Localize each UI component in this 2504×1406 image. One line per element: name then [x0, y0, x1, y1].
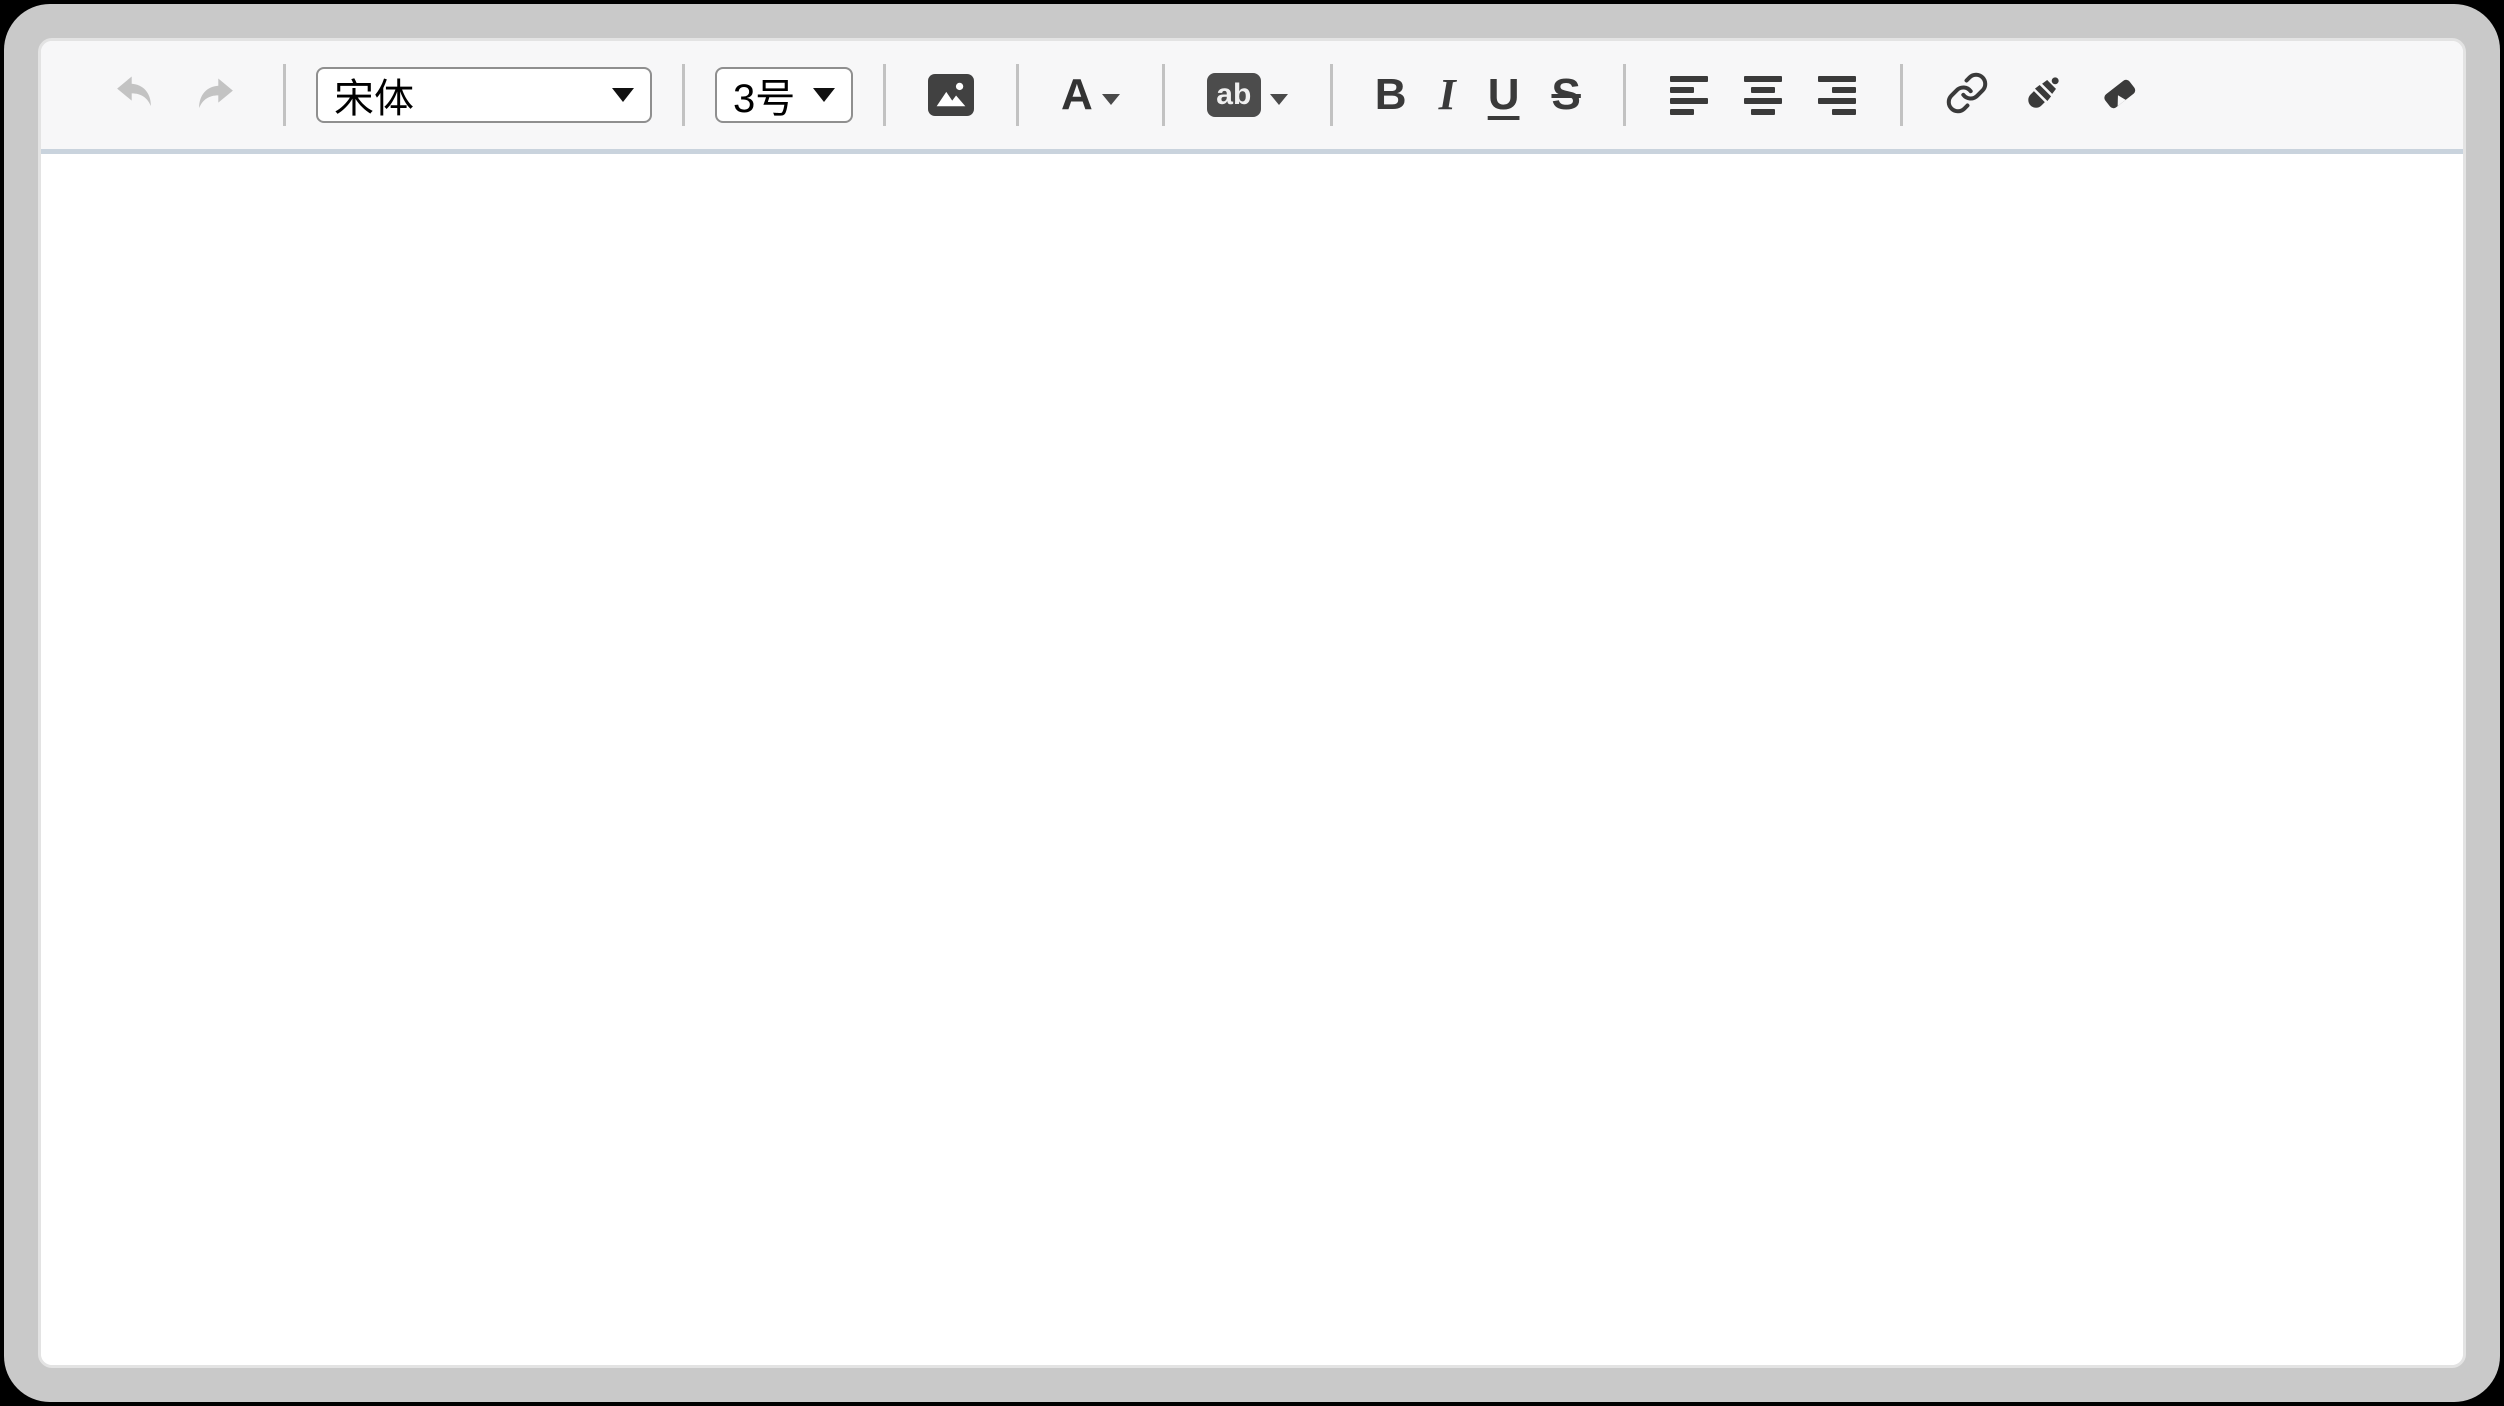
strikethrough-label: S [1551, 73, 1580, 117]
toolbar-separator [1330, 64, 1333, 126]
toolbar-separator [283, 64, 286, 126]
insert-image-button[interactable] [928, 74, 974, 116]
bold-button[interactable]: B [1375, 73, 1407, 117]
toolbar-separator [1162, 64, 1165, 126]
toolbar-separator [1623, 64, 1626, 126]
font-color-label: A [1061, 73, 1093, 117]
toolbar-separator [1900, 64, 1903, 126]
paint-brush-icon [2021, 71, 2065, 120]
eraser-icon [2097, 71, 2141, 120]
toolbar-separator [1016, 64, 1019, 126]
align-left-button[interactable] [1670, 76, 1708, 115]
italic-button[interactable]: I [1439, 73, 1456, 117]
font-family-value: 宋体 [334, 66, 414, 124]
font-family-select[interactable]: 宋体 [316, 67, 652, 123]
redo-button[interactable] [193, 72, 239, 118]
background-color-button[interactable]: ab [1207, 73, 1288, 117]
editor-window: 宋体 3号 A [38, 38, 2466, 1368]
format-brush-button[interactable] [2021, 71, 2065, 120]
bold-label: B [1375, 73, 1407, 117]
clear-format-button[interactable] [2097, 71, 2141, 120]
dropdown-arrow-icon [813, 88, 835, 102]
undo-icon [111, 70, 157, 121]
toolbar-separator [883, 64, 886, 126]
insert-link-button[interactable] [1945, 71, 1989, 120]
align-center-icon [1744, 76, 1782, 82]
align-center-button[interactable] [1744, 76, 1782, 115]
image-icon [928, 74, 974, 116]
strikethrough-button[interactable]: S [1551, 73, 1580, 117]
chevron-down-icon [1270, 94, 1288, 105]
redo-icon [193, 72, 239, 118]
toolbar-separator [682, 64, 685, 126]
underline-label: U [1488, 73, 1520, 117]
background-color-label: ab [1216, 80, 1251, 110]
editor-frame: 宋体 3号 A [4, 4, 2500, 1402]
align-right-icon [1818, 76, 1856, 82]
underline-button[interactable]: U [1488, 73, 1520, 117]
align-right-button[interactable] [1818, 76, 1856, 115]
chevron-down-icon [1102, 94, 1120, 105]
italic-label: I [1439, 73, 1456, 117]
editor-content[interactable] [41, 154, 2463, 1365]
align-left-icon [1670, 76, 1708, 82]
font-size-value: 3号 [733, 66, 795, 124]
link-icon [1945, 71, 1989, 120]
editor-toolbar: 宋体 3号 A [41, 41, 2463, 154]
font-color-button[interactable]: A [1061, 73, 1120, 117]
dropdown-arrow-icon [612, 88, 634, 102]
font-size-select[interactable]: 3号 [715, 67, 853, 123]
highlight-icon: ab [1207, 73, 1261, 117]
undo-button[interactable] [111, 70, 157, 121]
